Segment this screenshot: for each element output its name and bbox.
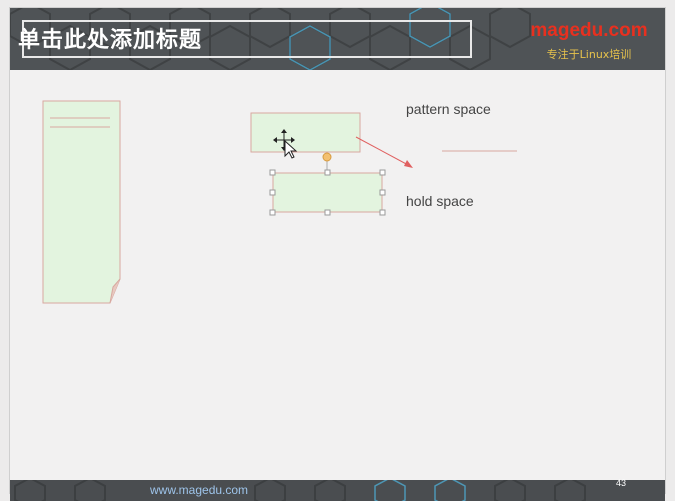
resize-handle-icon[interactable]	[379, 189, 386, 196]
resize-handle-icon[interactable]	[269, 169, 276, 176]
pattern-space-box[interactable]	[250, 112, 361, 153]
pattern-space-label[interactable]: pattern space	[406, 101, 491, 117]
page-number: 43	[616, 478, 627, 488]
resize-handle-icon[interactable]	[269, 209, 276, 216]
resize-handle-icon[interactable]	[379, 209, 386, 216]
resize-handle-icon[interactable]	[379, 169, 386, 176]
slide-footer: www.magedu.com	[10, 480, 665, 501]
document-shape[interactable]	[42, 100, 121, 304]
resize-handle-icon[interactable]	[269, 189, 276, 196]
connector-arrow[interactable]	[355, 136, 413, 168]
diagram-canvas	[42, 100, 517, 304]
hold-space-label[interactable]: hold space	[406, 193, 474, 209]
footer-hex-pattern-icon	[14, 480, 586, 501]
rotate-handle-icon[interactable]	[322, 152, 332, 162]
footer-url: www.magedu.com	[150, 483, 249, 497]
resize-handle-icon[interactable]	[324, 169, 331, 176]
resize-handle-icon[interactable]	[324, 209, 331, 216]
hold-space-box[interactable]	[269, 152, 386, 216]
